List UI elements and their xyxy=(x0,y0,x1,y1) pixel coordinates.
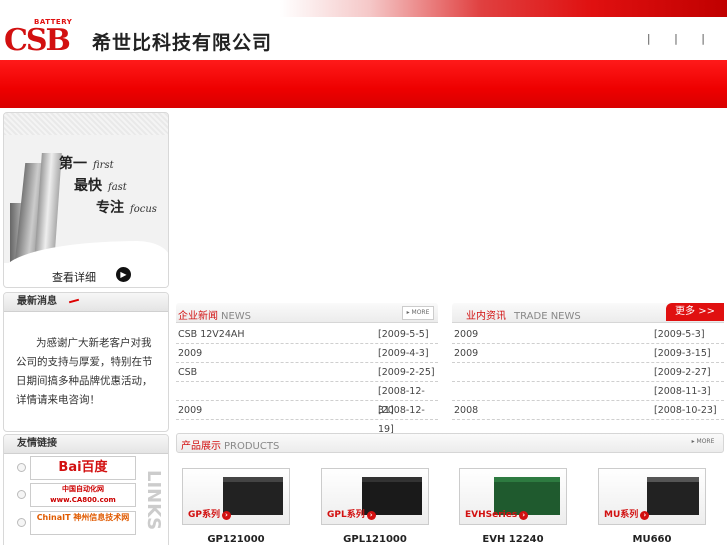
links-vertical-text: LINKS xyxy=(143,470,164,531)
products-more-button[interactable]: ▸ MORE xyxy=(687,436,719,450)
link-baidu[interactable]: Bai百度 xyxy=(30,456,136,480)
news-row[interactable]: CSB 12V24AH [2009-5-5] xyxy=(176,325,438,344)
news-row[interactable]: 2009 [2009-5-3] xyxy=(452,325,724,344)
news-row[interactable]: CSB [2009-2-25] xyxy=(176,363,438,382)
products-title: 产品展示 PRODUCTS xyxy=(181,441,280,452)
product-name[interactable]: MU660 xyxy=(598,534,706,545)
arrow-icon: › xyxy=(366,511,376,520)
slogan-fast: 最快 fast xyxy=(74,178,127,194)
product-card-evh[interactable]: EVHSeries › xyxy=(459,468,567,525)
news-row[interactable]: [2008-11-3] xyxy=(452,382,724,401)
news-row[interactable]: 2009 [2009-3-15] xyxy=(452,344,724,363)
slogan-first: 第一 first xyxy=(59,156,114,172)
industry-news-more-button[interactable]: 更多 >> xyxy=(666,303,724,321)
main-banner-area xyxy=(176,112,724,292)
bullet-icon xyxy=(17,490,26,499)
news-row[interactable]: [2008-12-31] xyxy=(176,382,438,416)
bullet-icon xyxy=(17,463,26,472)
company-news-heading: 企业新闻 NEWS ▸ MORE xyxy=(176,303,438,323)
news-row[interactable]: 2009 [2008-12-19] xyxy=(176,401,438,435)
company-news-more-button[interactable]: ▸ MORE xyxy=(402,306,434,320)
link-chinait[interactable]: ChinaIT 神州信息技术网 xyxy=(30,511,136,535)
news-row[interactable]: 2009 [2009-4-3] xyxy=(176,344,438,363)
bullet-icon xyxy=(17,518,26,527)
product-card-gpl[interactable]: GPL系列 › xyxy=(321,468,429,525)
arrow-icon: › xyxy=(640,511,650,520)
industry-news-heading: 业内资讯 TRADE NEWS 更多 >> xyxy=(452,303,724,323)
news-row[interactable]: 2008 [2008-10-23] xyxy=(452,401,724,420)
product-series-label: EVHSeries › xyxy=(465,510,529,520)
industry-news-title: 业内资讯 TRADE NEWS xyxy=(466,311,581,322)
link-ca800[interactable]: 中国自动化网 www.CA800.com xyxy=(30,483,136,507)
header-decoration xyxy=(280,0,727,17)
links-heading: 友情链接 xyxy=(4,435,168,454)
arrow-icon: › xyxy=(519,511,529,520)
product-card-gp[interactable]: GP系列 › xyxy=(182,468,290,525)
arrow-icon: › xyxy=(221,511,231,520)
battery-image xyxy=(223,477,283,515)
logo-text: CSB xyxy=(4,23,71,58)
news-row[interactable]: [2009-2-27] xyxy=(452,363,724,382)
products-heading: 产品展示 PRODUCTS ▸ MORE xyxy=(176,433,724,453)
csb-logo[interactable]: BATTERY CSB xyxy=(4,18,72,58)
header: BATTERY CSB 希世比科技有限公司 | | | xyxy=(0,0,727,60)
banner-pattern xyxy=(4,113,168,135)
top-links[interactable]: | | | xyxy=(647,32,715,45)
notice-text: 为感谢广大新老客户对我公司的支持与厚爱，特别在节日期间搞多种品牌优惠活动，详情请… xyxy=(16,337,153,406)
play-icon[interactable]: ▶ xyxy=(116,267,131,282)
product-series-label: GPL系列 › xyxy=(327,507,376,520)
company-name: 希世比科技有限公司 xyxy=(92,32,273,54)
company-news-title: 企业新闻 NEWS xyxy=(178,311,252,322)
slogan-banner: 第一 first 最快 fast 专注 focus 查看详细 ▶ xyxy=(3,112,169,288)
view-detail-link[interactable]: 查看详细 ▶ xyxy=(4,263,168,287)
battery-image xyxy=(647,477,699,515)
nav-bar xyxy=(0,60,727,108)
product-series-label: GP系列 › xyxy=(188,507,231,520)
slogan-focus: 专注 focus xyxy=(96,200,157,216)
product-card-mu[interactable]: MU系列 › xyxy=(598,468,706,525)
product-series-label: MU系列 › xyxy=(604,507,650,520)
product-name[interactable]: GPL121000 xyxy=(321,534,429,545)
notice-heading: 最新消息 xyxy=(4,293,168,312)
product-name[interactable]: EVH 12240 xyxy=(459,534,567,545)
red-dash-icon xyxy=(68,298,80,304)
industry-news-box: 业内资讯 TRADE NEWS 更多 >> 2009 [2009-5-3] 2009… xyxy=(452,303,724,425)
view-detail-label: 查看详细 xyxy=(52,271,96,284)
product-name[interactable]: GP121000 xyxy=(182,534,290,545)
company-news-box: 企业新闻 NEWS ▸ MORE CSB 12V24AH [2009-5-5] 20… xyxy=(176,303,438,435)
